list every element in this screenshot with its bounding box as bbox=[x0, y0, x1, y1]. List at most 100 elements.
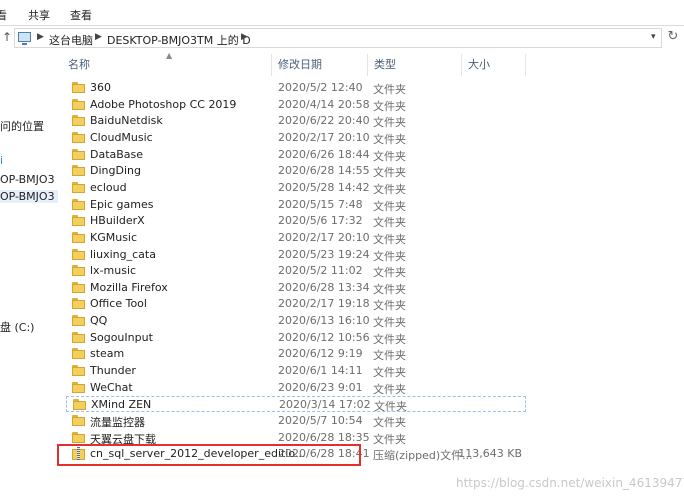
folder-icon bbox=[72, 181, 85, 193]
this-pc-icon bbox=[18, 32, 31, 45]
chevron-right-icon[interactable]: ▶ bbox=[241, 32, 248, 42]
file-name: DingDing bbox=[90, 164, 141, 178]
file-date: 2020/2/17 20:10 bbox=[278, 130, 370, 144]
file-name: steam bbox=[90, 347, 125, 361]
file-name: CloudMusic bbox=[90, 130, 153, 144]
column-header-type[interactable]: 类型 bbox=[368, 54, 462, 76]
column-header-name[interactable]: 名称 bbox=[62, 54, 272, 76]
file-type: 文件夹 bbox=[373, 316, 406, 330]
file-name: KGMusic bbox=[90, 230, 138, 244]
chevron-down-icon[interactable]: ▾ bbox=[651, 32, 656, 42]
file-name: WeChat bbox=[90, 380, 133, 394]
chevron-right-icon[interactable]: ▶ bbox=[37, 32, 44, 42]
folder-icon bbox=[72, 131, 85, 143]
file-type: 文件夹 bbox=[373, 83, 406, 96]
nav-item-network-pc-2[interactable]: OP-BMJO3 bbox=[0, 190, 58, 203]
folder-icon bbox=[72, 281, 85, 293]
folder-icon bbox=[72, 115, 85, 127]
folder-icon bbox=[72, 315, 85, 327]
file-type: 文件夹 bbox=[373, 166, 406, 180]
highlight-annotation bbox=[57, 444, 361, 466]
file-row[interactable]: liuxing_cata 2020/5/23 19:24 文件夹 bbox=[66, 247, 526, 263]
file-name: Mozilla Firefox bbox=[90, 280, 168, 294]
file-date: 2020/6/28 13:34 bbox=[278, 280, 370, 294]
folder-icon bbox=[72, 431, 85, 443]
file-name: liuxing_cata bbox=[90, 247, 156, 261]
file-type: 文件夹 bbox=[373, 349, 406, 363]
file-name: QQ bbox=[90, 314, 108, 328]
folder-icon bbox=[72, 365, 85, 377]
nav-item-drive-c[interactable]: 盘 (C:) bbox=[0, 319, 34, 335]
file-date: 2020/4/14 20:58 bbox=[278, 97, 370, 111]
breadcrumb-drive-d[interactable]: DESKTOP-BMJO3TM 上的 D bbox=[107, 32, 251, 48]
up-arrow-icon[interactable]: ↑ bbox=[2, 30, 12, 44]
file-row[interactable]: Office Tool 2020/2/17 19:18 文件夹 bbox=[66, 296, 526, 312]
nav-item-network-pc-1[interactable]: OP-BMJO3 bbox=[0, 173, 55, 186]
file-date: 2020/5/2 11:02 bbox=[278, 264, 363, 278]
breadcrumb-this-pc[interactable]: 这台电脑 bbox=[49, 32, 93, 48]
file-type: 文件夹 bbox=[373, 216, 406, 230]
folder-icon bbox=[72, 331, 85, 343]
file-date: 2020/6/12 9:19 bbox=[278, 347, 363, 361]
file-row[interactable]: lx-music 2020/5/2 11:02 文件夹 bbox=[66, 263, 526, 279]
tab-view-partial[interactable]: 看 bbox=[0, 7, 7, 23]
folder-icon bbox=[72, 165, 85, 177]
file-row[interactable]: WeChat 2020/6/23 9:01 文件夹 bbox=[66, 380, 526, 396]
file-row[interactable]: 流量监控器 2020/5/7 10:54 文件夹 bbox=[66, 413, 526, 429]
file-date: 2020/6/28 18:35 bbox=[278, 430, 370, 444]
file-type: 文件夹 bbox=[373, 249, 406, 263]
file-date: 2020/6/12 10:56 bbox=[278, 330, 370, 344]
folder-icon bbox=[72, 82, 85, 93]
folder-icon bbox=[72, 348, 85, 360]
file-date: 2020/6/22 20:40 bbox=[278, 114, 370, 128]
file-row[interactable]: BaiduNetdisk 2020/6/22 20:40 文件夹 bbox=[66, 113, 526, 129]
file-date: 2020/6/28 14:55 bbox=[278, 164, 370, 178]
ribbon-tab-bar: 看 共享 查看 bbox=[0, 0, 684, 26]
address-field[interactable]: ▶ 这台电脑 ▶ DESKTOP-BMJO3TM 上的 D ▶ ▾ bbox=[14, 28, 662, 48]
file-size: 113,643 KB bbox=[458, 447, 522, 461]
file-row[interactable]: Thunder 2020/6/1 14:11 文件夹 bbox=[66, 363, 526, 379]
file-row[interactable]: QQ 2020/6/13 16:10 文件夹 bbox=[66, 313, 526, 329]
folder-icon bbox=[72, 231, 85, 243]
column-header-date[interactable]: 修改日期 bbox=[272, 54, 368, 76]
folder-icon bbox=[72, 298, 85, 310]
nav-item-recent-locations[interactable]: 问的位置 bbox=[0, 118, 44, 134]
file-row[interactable]: DataBase 2020/6/26 18:44 文件夹 bbox=[66, 147, 526, 163]
file-type: 文件夹 bbox=[373, 132, 406, 146]
folder-icon bbox=[73, 399, 86, 411]
file-row[interactable]: CloudMusic 2020/2/17 20:10 文件夹 bbox=[66, 130, 526, 146]
chevron-right-icon[interactable]: ▶ bbox=[95, 32, 102, 42]
column-header-size[interactable]: 大小 bbox=[462, 54, 526, 76]
file-row[interactable]: SogouInput 2020/6/12 10:56 文件夹 bbox=[66, 330, 526, 346]
file-row[interactable]: ecloud 2020/5/28 14:42 文件夹 bbox=[66, 180, 526, 196]
nav-item-marker: i bbox=[0, 154, 4, 167]
file-name: HBuilderX bbox=[90, 214, 145, 228]
file-row[interactable]: Epic games 2020/5/15 7:48 文件夹 bbox=[66, 197, 526, 213]
tab-view[interactable]: 查看 bbox=[70, 7, 92, 23]
file-date: 2020/5/23 19:24 bbox=[278, 247, 370, 261]
file-row[interactable]: Adobe Photoshop CC 2019 2020/4/14 20:58 文件… bbox=[66, 97, 526, 113]
file-name: lx-music bbox=[90, 264, 137, 278]
file-name: Epic games bbox=[90, 197, 154, 211]
file-type: 文件夹 bbox=[373, 382, 406, 396]
folder-icon bbox=[72, 381, 85, 393]
folder-icon bbox=[72, 98, 85, 110]
file-date: 2020/5/6 17:32 bbox=[278, 214, 363, 228]
file-name: BaiduNetdisk bbox=[90, 114, 163, 128]
file-type: 文件夹 bbox=[373, 432, 406, 446]
file-type: 文件夹 bbox=[373, 416, 406, 429]
file-date: 2020/2/17 20:10 bbox=[278, 230, 370, 244]
file-row[interactable]: KGMusic 2020/2/17 20:10 文件夹 bbox=[66, 230, 526, 246]
file-row[interactable]: DingDing 2020/6/28 14:55 文件夹 bbox=[66, 163, 526, 179]
file-row[interactable]: steam 2020/6/12 9:19 文件夹 bbox=[66, 346, 526, 362]
address-bar: ↑ ▶ 这台电脑 ▶ DESKTOP-BMJO3TM 上的 D ▶ ▾ ↻ bbox=[0, 26, 684, 50]
refresh-button[interactable]: ↻ bbox=[664, 27, 682, 47]
file-row[interactable]: Mozilla Firefox 2020/6/28 13:34 文件夹 bbox=[66, 280, 526, 296]
file-name: SogouInput bbox=[90, 330, 153, 344]
file-date: 2020/2/17 19:18 bbox=[278, 297, 370, 311]
file-name: ecloud bbox=[90, 180, 127, 194]
file-row[interactable]: HBuilderX 2020/5/6 17:32 文件夹 bbox=[66, 213, 526, 229]
tab-share[interactable]: 共享 bbox=[28, 7, 50, 23]
file-row[interactable]: 360 2020/5/2 12:40 文件夹 bbox=[66, 80, 526, 96]
file-row[interactable]: XMind ZEN 2020/3/14 17:02 文件夹 bbox=[66, 396, 526, 413]
